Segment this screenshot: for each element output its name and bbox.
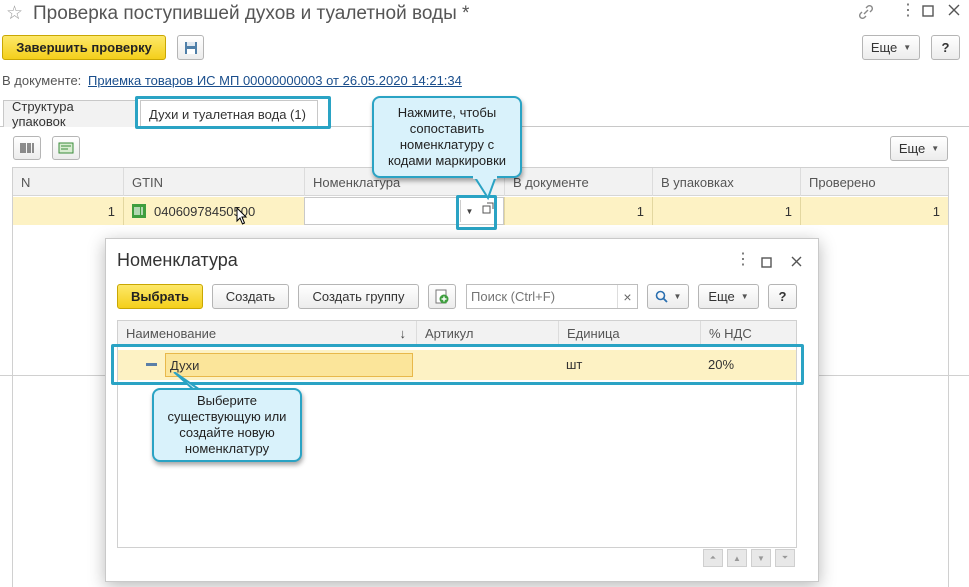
dialog-list-header: Наименование ↓ Артикул Единица % НДС — [117, 320, 797, 347]
col-name-label: Наименование — [126, 326, 217, 341]
save-icon — [184, 41, 197, 54]
barcode-icon — [20, 143, 34, 153]
dialog-more-vertical-icon[interactable]: ⋮ — [735, 252, 751, 268]
callout-select-or-create: Выберите существующую или создайте новую… — [152, 388, 302, 462]
stamp-icon — [58, 142, 74, 154]
save-button[interactable] — [177, 35, 204, 60]
callout-match-nomenclature: Нажмите, чтобы сопоставить номенклатуру … — [372, 96, 522, 178]
dialog-more-label: Еще — [708, 289, 735, 304]
search-icon — [655, 290, 668, 303]
col-article[interactable]: Артикул — [416, 321, 558, 346]
col-in-packages[interactable]: В упаковках — [652, 168, 800, 196]
caret-down-icon: ▼ — [740, 292, 749, 301]
tab-highlight — [135, 96, 331, 129]
col-gtin[interactable]: GTIN — [123, 168, 304, 196]
mouse-cursor-icon — [236, 206, 248, 228]
col-in-document[interactable]: В документе — [504, 168, 652, 196]
row-highlight — [111, 344, 804, 385]
more-label: Еще — [870, 40, 898, 55]
document-link[interactable]: Приемка товаров ИС МП 00000000003 от 26.… — [88, 73, 462, 88]
maximize-icon[interactable] — [922, 5, 934, 20]
col-unit[interactable]: Единица — [558, 321, 700, 346]
page-up-icon[interactable]: ▲ — [727, 549, 747, 567]
barcode-button[interactable] — [13, 136, 41, 160]
search-options-button[interactable]: ▼ — [647, 284, 689, 309]
caret-down-icon: ▼ — [673, 292, 682, 301]
callout-bottom-text: Выберите существующую или создайте новую… — [167, 393, 287, 456]
link-icon[interactable] — [858, 4, 874, 23]
tab-package-structure[interactable]: Структура упаковок — [3, 99, 138, 129]
more-button[interactable]: Еще ▼ — [862, 35, 920, 60]
select-button[interactable]: Выбрать — [117, 284, 203, 309]
row-in-packages: 1 — [652, 197, 800, 225]
dialog-title: Номенклатура — [117, 250, 238, 270]
page-down-icon[interactable]: ▼ — [751, 549, 771, 567]
window-title: Проверка поступившей духов и туалетной в… — [33, 3, 470, 24]
finish-check-button[interactable]: Завершить проверку — [2, 35, 166, 60]
first-page-icon[interactable]: ⏶ — [703, 549, 723, 567]
more-vertical-icon[interactable]: ⋮ — [900, 3, 916, 19]
dialog-help-button[interactable]: ? — [768, 284, 797, 309]
add-copy-button[interactable] — [428, 284, 456, 309]
col-n[interactable]: N — [13, 168, 123, 196]
row-gtin-cell: 04060978450500 — [123, 197, 304, 225]
favorite-star-icon[interactable]: ☆ — [6, 2, 23, 25]
clear-search-icon[interactable]: × — [617, 285, 637, 308]
caret-down-icon: ▼ — [903, 43, 912, 52]
row-checked: 1 — [800, 197, 948, 225]
row-in-document: 1 — [504, 197, 652, 225]
help-button[interactable]: ? — [931, 35, 960, 60]
search-input[interactable]: × — [466, 284, 638, 309]
sort-arrow-icon: ↓ — [399, 326, 407, 341]
excise-stamp-button[interactable] — [52, 136, 80, 160]
dialog-close-icon[interactable] — [791, 255, 802, 270]
col-checked[interactable]: Проверено — [800, 168, 948, 196]
search-field[interactable] — [469, 287, 615, 306]
create-button[interactable]: Создать — [212, 284, 289, 309]
grid-more-button[interactable]: Еще ▼ — [890, 136, 948, 161]
document-label: В документе: — [2, 73, 82, 88]
callout-pointer — [470, 175, 510, 205]
dialog-more-button[interactable]: Еще ▼ — [698, 284, 759, 309]
barcode-badge-icon — [132, 204, 146, 218]
close-icon[interactable] — [948, 4, 960, 19]
col-name[interactable]: Наименование ↓ — [118, 321, 416, 346]
create-group-button[interactable]: Создать группу — [298, 284, 419, 309]
add-document-icon — [435, 289, 449, 303]
row-n: 1 — [107, 203, 115, 219]
grid-more-label: Еще — [898, 141, 926, 156]
callout-top-text: Нажмите, чтобы сопоставить номенклатуру … — [387, 105, 507, 168]
divider-left — [0, 375, 105, 376]
divider-right — [819, 375, 969, 376]
dialog-maximize-icon[interactable] — [761, 256, 772, 271]
last-page-icon[interactable]: ⏷ — [775, 549, 795, 567]
caret-down-icon: ▼ — [931, 144, 940, 153]
col-vat[interactable]: % НДС — [700, 321, 798, 346]
